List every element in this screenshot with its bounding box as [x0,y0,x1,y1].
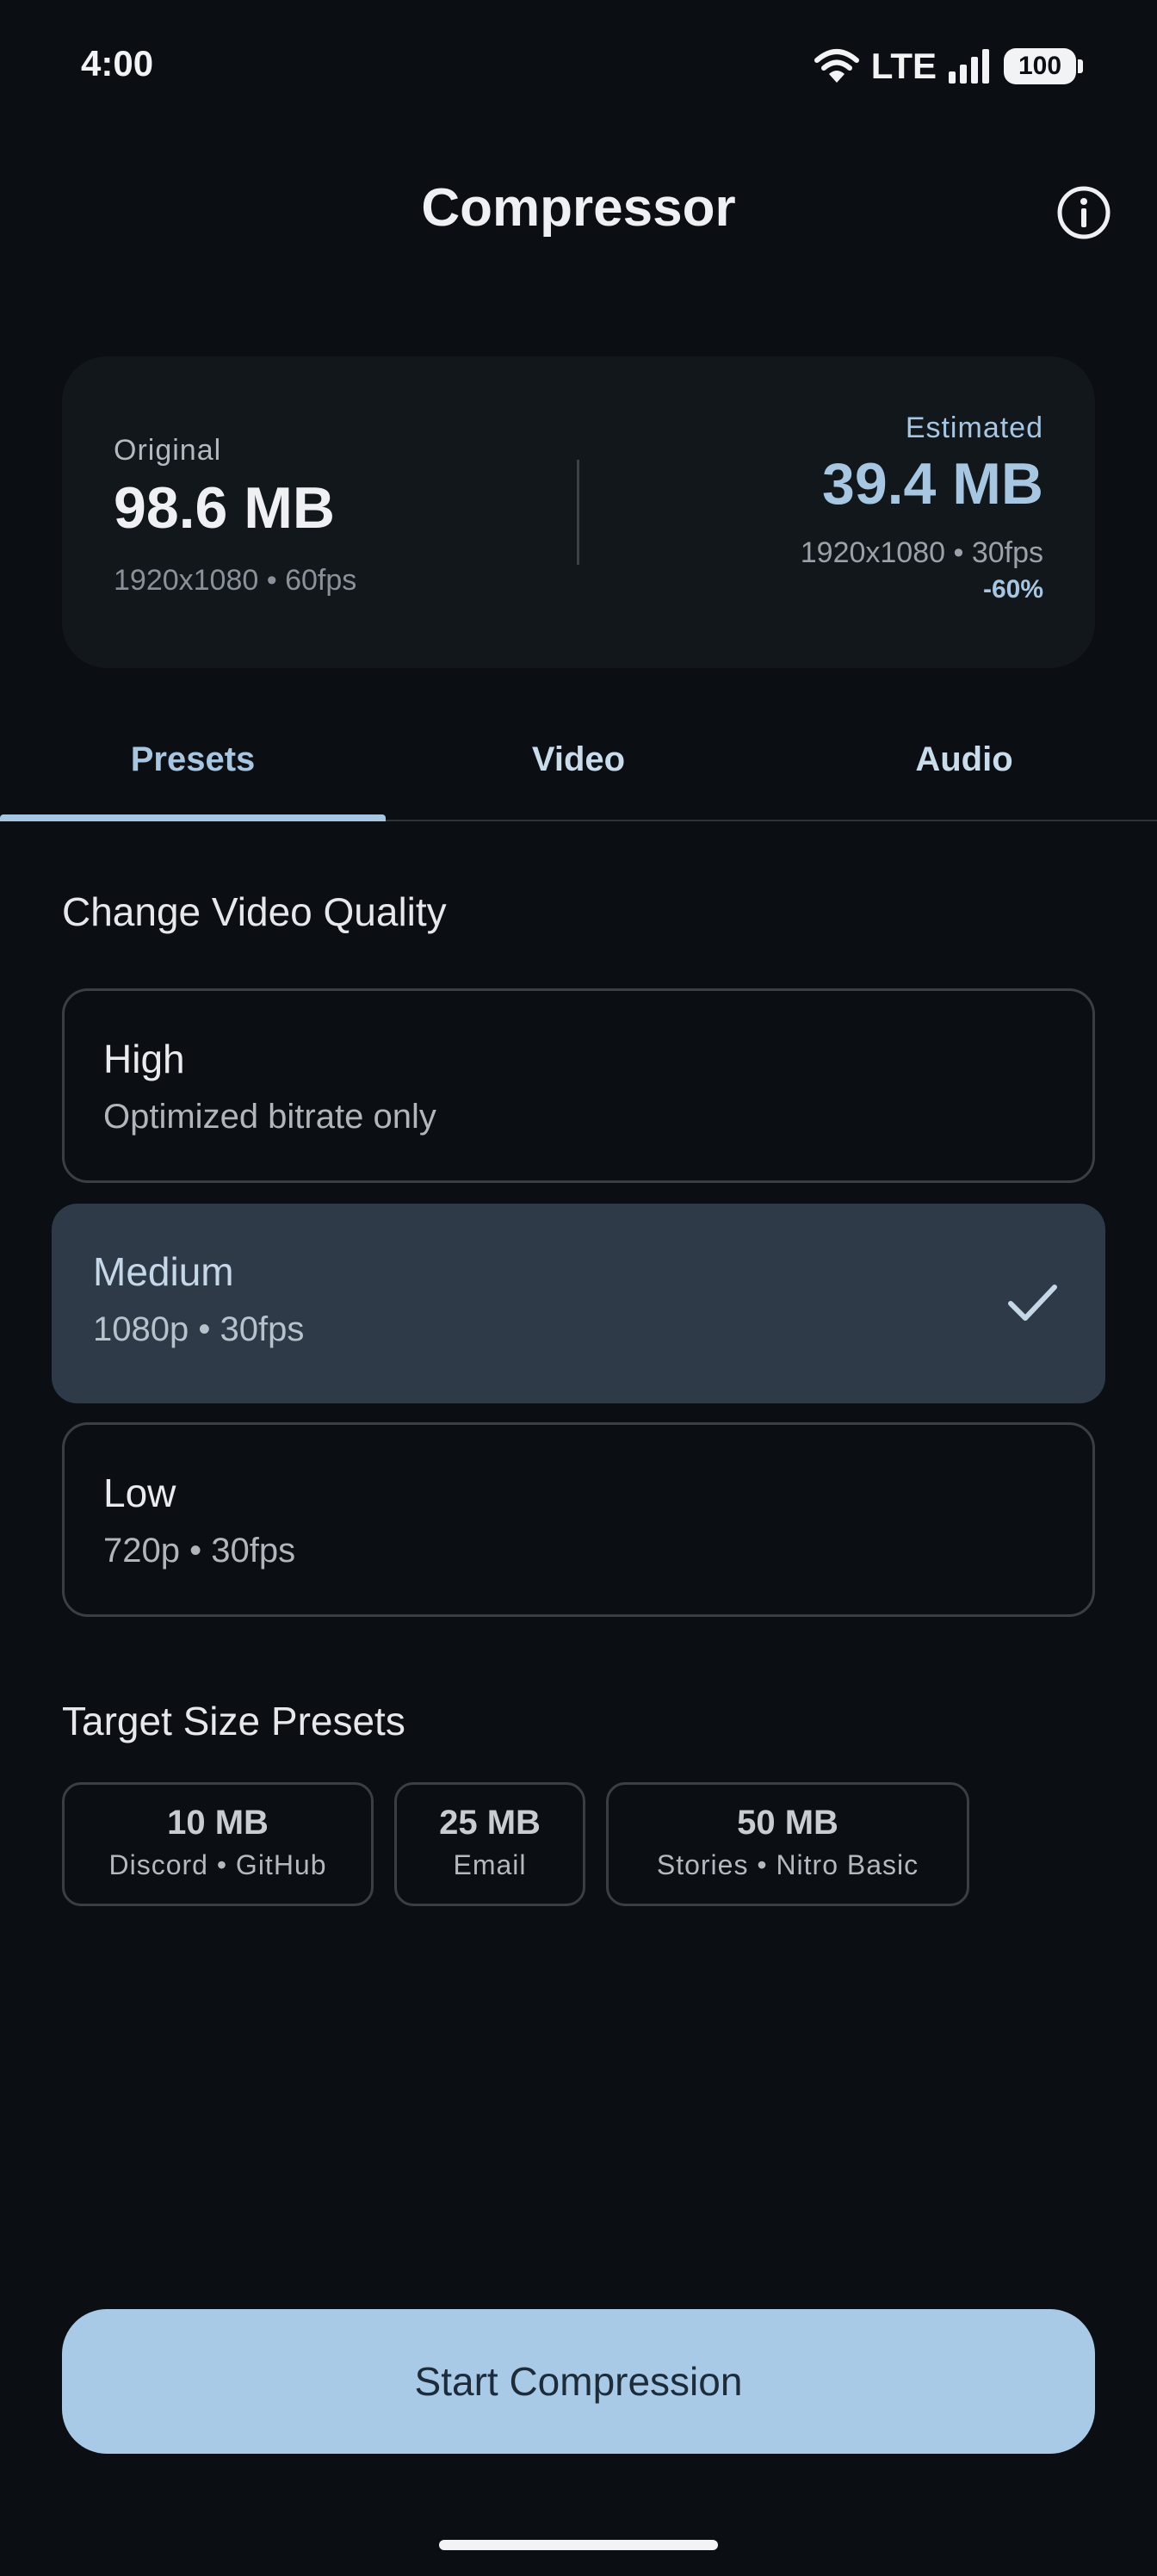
quality-option-name: High [103,1037,185,1081]
tab-bar: Presets Video Audio [0,725,1157,821]
target-preset-size: 50 MB [737,1804,838,1842]
original-label: Original [114,434,222,467]
quality-option-name: Medium [93,1249,234,1294]
estimated-meta: 1920x1080 • 30fps [800,536,1043,569]
quality-option-description: Optimized bitrate only [103,1098,436,1136]
reduction-badge: -60% [982,575,1043,604]
quality-option-low[interactable]: Low 720p • 30fps [62,1422,1095,1617]
target-preset-size: 25 MB [439,1804,541,1842]
tab-audio[interactable]: Audio [771,725,1157,820]
quality-section-title: Change Video Quality [62,889,447,934]
target-preset-50mb[interactable]: 50 MB Stories • Nitro Basic [606,1782,969,1906]
estimated-label: Estimated [905,412,1043,444]
start-compression-button[interactable]: Start Compression [62,2309,1095,2454]
size-summary-card: Original 98.6 MB 1920x1080 • 60fps Estim… [62,356,1095,668]
original-summary: Original 98.6 MB 1920x1080 • 60fps [114,434,356,598]
network-type: LTE [870,46,937,86]
tab-video[interactable]: Video [386,725,771,820]
target-preset-label: Email [453,1849,527,1880]
battery-level: 100 [1018,52,1062,80]
summary-divider [577,460,579,565]
quality-option-description: 720p • 30fps [103,1532,296,1570]
estimated-summary: Estimated 39.4 MB 1920x1080 • 30fps -60% [801,412,1043,604]
check-icon [1008,1285,1057,1321]
page-title: Compressor [421,178,736,238]
signal-icon [949,49,989,84]
target-preset-size: 10 MB [167,1804,269,1842]
target-preset-label: Discord • GitHub [108,1849,327,1880]
target-preset-25mb[interactable]: 25 MB Email [394,1782,585,1906]
original-meta: 1920x1080 • 60fps [114,564,357,597]
status-icons: LTE 100 [814,45,1083,88]
tab-presets[interactable]: Presets [0,725,386,821]
status-time: 4:00 [81,43,154,84]
quality-option-name: Low [103,1471,176,1515]
estimated-size: 39.4 MB [822,451,1043,517]
wifi-icon [814,49,859,83]
target-preset-label: Stories • Nitro Basic [656,1849,919,1880]
quality-option-high[interactable]: High Optimized bitrate only [62,988,1095,1183]
target-preset-10mb[interactable]: 10 MB Discord • GitHub [62,1782,374,1906]
status-bar: 4:00 LTE 100 [0,0,1157,129]
quality-option-description: 1080p • 30fps [93,1310,305,1348]
quality-option-medium[interactable]: Medium 1080p • 30fps [52,1204,1105,1403]
home-indicator[interactable] [439,2540,718,2550]
original-size: 98.6 MB [114,475,335,541]
target-size-section-title: Target Size Presets [62,1699,405,1743]
battery-icon: 100 [1004,48,1083,84]
info-icon[interactable] [1055,184,1112,241]
